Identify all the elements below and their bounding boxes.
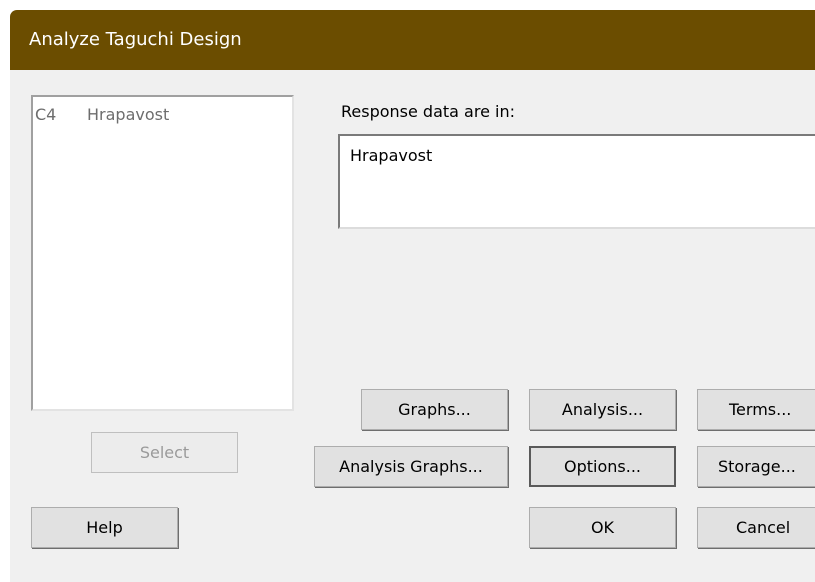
response-data-field[interactable]: Hrapavost (338, 134, 815, 229)
analyze-taguchi-dialog: Analyze Taguchi Design C4 Hrapavost Respo… (0, 0, 815, 582)
ok-button[interactable]: OK (529, 507, 676, 548)
options-button[interactable]: Options... (529, 446, 676, 487)
variable-list[interactable]: C4 Hrapavost (31, 95, 294, 411)
terms-button[interactable]: Terms... (697, 389, 815, 430)
window-title: Analyze Taguchi Design (29, 29, 242, 50)
help-button[interactable]: Help (31, 507, 178, 548)
analysis-graphs-button[interactable]: Analysis Graphs... (314, 446, 508, 487)
graphs-button[interactable]: Graphs... (361, 389, 508, 430)
title-bar[interactable]: Analyze Taguchi Design (10, 10, 815, 70)
list-item[interactable]: C4 Hrapavost (35, 105, 169, 125)
response-data-value: Hrapavost (350, 146, 433, 165)
select-button[interactable]: Select (91, 432, 238, 473)
cancel-button[interactable]: Cancel (697, 507, 815, 548)
storage-button[interactable]: Storage... (697, 446, 815, 487)
response-label: Response data are in: (341, 102, 515, 121)
analysis-button[interactable]: Analysis... (529, 389, 676, 430)
variable-name: Hrapavost (87, 105, 170, 124)
variable-column-id: C4 (35, 105, 57, 124)
